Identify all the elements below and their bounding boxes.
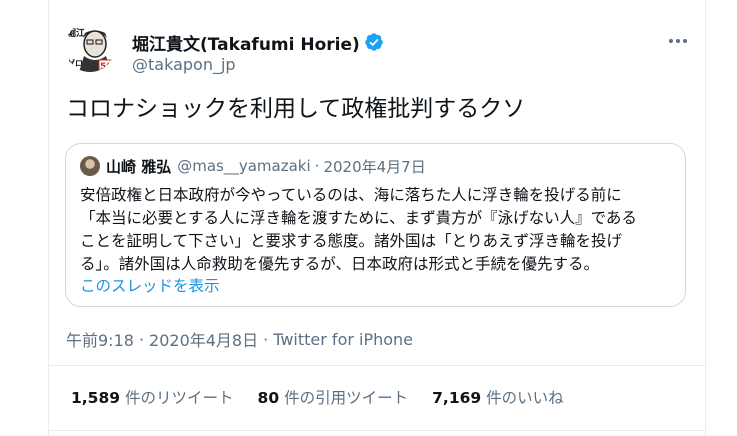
- like-label: 件のいいね: [486, 389, 564, 407]
- tweet-time[interactable]: 午前9:18: [66, 327, 134, 351]
- retweet-count: 1,589: [71, 389, 121, 407]
- author-display-name[interactable]: 堀江貴文(Takafumi Horie): [132, 30, 360, 55]
- quote-tweet-count-link[interactable]: 80 件の引用ツイート: [258, 386, 409, 408]
- quoted-body-line: ことを証明して下さい」と要求する態度。諸外国は「とりあえず浮き輪を投げ: [80, 232, 623, 250]
- verified-badge-icon: [364, 32, 384, 52]
- retweet-count-link[interactable]: 1,589 件のリツイート: [71, 386, 234, 408]
- retweet-label: 件のリツイート: [125, 389, 234, 407]
- quoted-tweet-header: 山崎 雅弘 @mas__yamazaki · 2020年4月7日: [80, 156, 426, 176]
- avatar-image: 堀江 ゼロ 50: [65, 22, 115, 72]
- more-options-button[interactable]: [664, 30, 692, 52]
- quoted-body-line: る」。諸外国は人命救助を優先するが、日本政府は形式と手続を優先する。: [80, 255, 599, 273]
- quote-tweet-label: 件の引用ツイート: [284, 389, 409, 407]
- author-name-row[interactable]: 堀江貴文(Takafumi Horie): [132, 30, 384, 55]
- tweet-source[interactable]: Twitter for iPhone: [273, 330, 413, 349]
- quoted-separator: ·: [314, 157, 320, 175]
- author-avatar[interactable]: 堀江 ゼロ 50: [65, 22, 115, 72]
- like-count: 7,169: [432, 389, 482, 407]
- quoted-body-line: 「本当に必要とする人に浮き輪を渡すために、まず貴方が『泳げない人』である: [80, 209, 637, 227]
- tweet-timestamp-row: 午前9:18 · 2020年4月8日 · Twitter for iPhone: [66, 327, 413, 351]
- tweet-page: 堀江 ゼロ 50 堀江貴文(Takafumi Horie) @takapon_j…: [0, 0, 737, 436]
- more-horizontal-icon: [669, 39, 687, 43]
- quoted-tweet-body: 安倍政権と日本政府が今やっているのは、海に落ちた人に浮き輪を投げる前に 「本当に…: [80, 184, 680, 276]
- author-handle[interactable]: @takapon_jp: [132, 55, 236, 74]
- show-thread-link[interactable]: このスレッドを表示: [80, 274, 220, 296]
- tweet-stats: 1,589 件のリツイート 80 件の引用ツイート 7,169 件のいいね: [71, 385, 588, 409]
- like-count-link[interactable]: 7,169 件のいいね: [432, 386, 564, 408]
- quoted-tweet[interactable]: 山崎 雅弘 @mas__yamazaki · 2020年4月7日 安倍政権と日本…: [65, 143, 686, 307]
- quote-tweet-count: 80: [257, 389, 280, 407]
- divider: [49, 430, 705, 431]
- quoted-author-name: 山崎 雅弘: [106, 157, 172, 176]
- quoted-date: 2020年4月7日: [323, 157, 426, 176]
- quoted-body-line: 安倍政権と日本政府が今やっているのは、海に落ちた人に浮き輪を投げる前に: [80, 186, 622, 204]
- tweet-date[interactable]: 2020年4月8日: [149, 327, 258, 351]
- meta-separator: ·: [138, 329, 145, 349]
- tweet-text: コロナショックを利用して政権批判するクソ: [66, 96, 526, 122]
- meta-separator: ·: [263, 329, 269, 349]
- quoted-author-handle: @mas__yamazaki: [177, 157, 311, 175]
- quoted-author-avatar: [80, 156, 100, 176]
- divider: [49, 365, 705, 366]
